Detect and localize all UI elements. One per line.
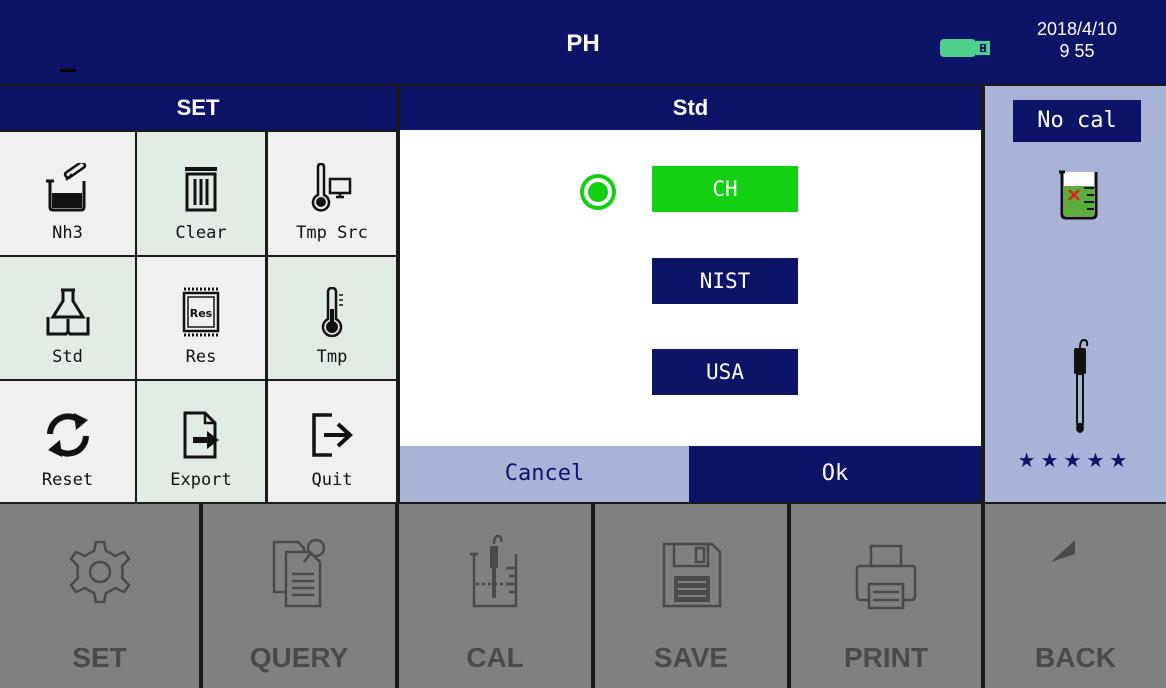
date-text: 2018/4/10 bbox=[1036, 19, 1118, 39]
status-dash bbox=[60, 69, 76, 72]
datetime: 2018/4/10 9 55 bbox=[1012, 18, 1142, 62]
printer-icon bbox=[855, 544, 917, 610]
beaker-status-icon bbox=[1059, 170, 1098, 220]
toolbar-back-button[interactable]: BACK bbox=[985, 504, 1166, 688]
refresh-icon bbox=[46, 413, 89, 457]
thermometer-monitor-icon bbox=[311, 163, 352, 212]
set-item-std[interactable]: Std bbox=[0, 257, 135, 379]
calibration-beaker-icon bbox=[470, 534, 518, 608]
thermometer-icon bbox=[321, 287, 343, 337]
set-item-label: Quit bbox=[311, 470, 353, 490]
toolbar-label: PRINT bbox=[844, 642, 928, 673]
probe-icon bbox=[1074, 338, 1089, 433]
ok-button[interactable]: Ok bbox=[689, 446, 981, 502]
beaker-dropper-icon bbox=[45, 163, 86, 212]
toolbar-set-button[interactable]: SET bbox=[0, 504, 199, 688]
svg-text:Res: Res bbox=[190, 307, 213, 320]
book-flask-icon bbox=[46, 288, 89, 336]
set-item-label: Nh3 bbox=[52, 223, 83, 243]
toolbar-label: SAVE bbox=[653, 642, 729, 673]
set-item-label: Clear bbox=[175, 223, 227, 243]
gear-icon bbox=[68, 540, 131, 604]
status-panel bbox=[985, 86, 1166, 502]
calibration-status: No cal bbox=[1013, 100, 1141, 142]
dialog-title: Std bbox=[400, 86, 981, 130]
toolbar-query-button[interactable]: QUERY bbox=[203, 504, 395, 688]
option-usa[interactable]: USA bbox=[652, 349, 798, 395]
toolbar-label: CAL bbox=[466, 642, 524, 673]
set-item-label: Export bbox=[170, 470, 232, 490]
set-item-nh3[interactable]: Nh3 bbox=[0, 132, 135, 255]
set-item-label: Std bbox=[52, 347, 83, 367]
cancel-button[interactable]: Cancel bbox=[400, 446, 689, 502]
toolbar-label: QUERY bbox=[249, 642, 349, 673]
set-item-label: Tmp Src bbox=[296, 223, 368, 243]
usb-icon bbox=[940, 39, 990, 57]
toolbar-print-button[interactable]: PRINT bbox=[791, 504, 981, 688]
option-ch[interactable]: CH bbox=[652, 166, 798, 212]
set-item-reset[interactable]: Reset bbox=[0, 381, 135, 502]
exit-icon bbox=[312, 413, 353, 457]
set-grid: Nh3 Clear Tmp Src Std Res Res Tmp Reset … bbox=[0, 132, 396, 502]
set-item-label: Reset bbox=[41, 470, 94, 490]
set-item-quit[interactable]: Quit bbox=[268, 381, 396, 502]
toolbar-cal-button[interactable]: CAL bbox=[399, 504, 591, 688]
set-item-clear[interactable]: Clear bbox=[137, 132, 265, 255]
dialog-body: CH NIST USA bbox=[400, 130, 981, 446]
rating-stars: ★★★★★ bbox=[1017, 450, 1133, 472]
query-document-icon bbox=[272, 538, 326, 608]
option-nist[interactable]: NIST bbox=[652, 258, 798, 304]
set-item-label: Res bbox=[185, 347, 217, 367]
selected-radio[interactable] bbox=[580, 174, 616, 210]
export-file-icon bbox=[183, 411, 219, 459]
set-item-tmp-src[interactable]: Tmp Src bbox=[268, 132, 396, 255]
set-item-export[interactable]: Export bbox=[137, 381, 265, 502]
toolbar-save-button[interactable]: SAVE bbox=[595, 504, 787, 688]
floppy-disk-icon bbox=[662, 542, 722, 608]
res-chip-icon: Res bbox=[182, 287, 220, 337]
toolbar-label: SET bbox=[72, 642, 127, 673]
time-text: 9 55 bbox=[1059, 41, 1095, 61]
set-panel-title: SET bbox=[0, 86, 396, 130]
set-item-tmp[interactable]: Tmp bbox=[268, 257, 396, 379]
back-arrow-icon bbox=[1050, 540, 1075, 562]
set-item-res[interactable]: Res Res bbox=[137, 257, 265, 379]
toolbar-label: BACK bbox=[1035, 642, 1116, 673]
trash-icon bbox=[185, 167, 217, 212]
set-item-label: Tmp bbox=[316, 347, 348, 367]
